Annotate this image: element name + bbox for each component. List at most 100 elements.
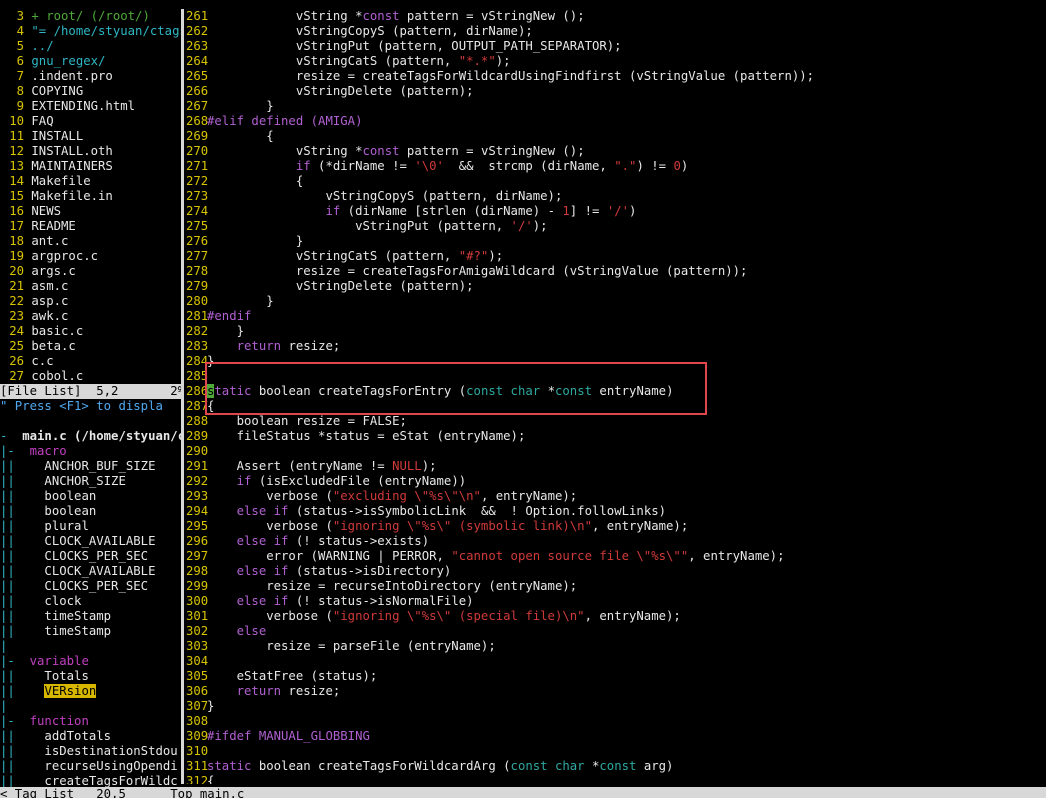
code-line[interactable]: 270 vString *const pattern = vStringNew … [186,144,1046,159]
code-line[interactable]: 282 } [186,324,1046,339]
code-line[interactable]: 311static boolean createTagsForWildcardA… [186,759,1046,774]
file-list-item[interactable]: 13 MAINTAINERS [0,159,181,174]
code-line[interactable]: 294 else if (status->isSymbolicLink && !… [186,504,1046,519]
tag-list-item[interactable]: || plural [0,519,181,534]
tag-list-item[interactable]: || boolean [0,489,181,504]
file-list-item[interactable]: 19 argproc.c [0,249,181,264]
file-list-item[interactable]: 4 "= /home/styuan/ctags [0,24,181,39]
file-list-item[interactable]: 21 asm.c [0,279,181,294]
code-line[interactable]: 300 else if (! status->isNormalFile) [186,594,1046,609]
file-list-item[interactable]: 26 c.c [0,354,181,369]
code-line[interactable]: 279 vStringDelete (pattern); [186,279,1046,294]
code-line[interactable]: 275 vStringPut (pattern, '/'); [186,219,1046,234]
tag-list-item[interactable]: || Totals [0,669,181,684]
file-list-item[interactable]: 25 beta.c [0,339,181,354]
file-list-item[interactable]: 18 ant.c [0,234,181,249]
tag-list-file-header[interactable]: - main.c (/home/styuan/c [0,429,181,444]
code-line[interactable]: 287{ [186,399,1046,414]
code-line[interactable]: 289 fileStatus *status = eStat (entryNam… [186,429,1046,444]
file-list-item[interactable]: 22 asp.c [0,294,181,309]
code-line[interactable]: 307} [186,699,1046,714]
file-list-item[interactable]: 6 gnu_regex/ [0,54,181,69]
code-line[interactable]: 278 resize = createTagsForAmigaWildcard … [186,264,1046,279]
tag-kind-header[interactable]: |- function [0,714,181,729]
code-editor-pane[interactable]: 261 vString *const pattern = vStringNew … [186,9,1046,784]
tag-kind-header[interactable]: |- variable [0,654,181,669]
code-line[interactable]: 305 eStatFree (status); [186,669,1046,684]
code-line[interactable]: 295 verbose ("ignoring \"%s\" (symbolic … [186,519,1046,534]
code-line[interactable]: 297 error (WARNING | PERROR, "cannot ope… [186,549,1046,564]
tag-list-item[interactable]: || CLOCK_AVAILABLE [0,534,181,549]
code-line[interactable]: 267 } [186,99,1046,114]
tag-list-item[interactable]: || clock [0,594,181,609]
code-line[interactable]: 292 if (isExcludedFile (entryName)) [186,474,1046,489]
file-list-item[interactable]: 9 EXTENDING.html [0,99,181,114]
tag-list-item[interactable]: || CLOCKS_PER_SEC [0,549,181,564]
tag-list-item[interactable]: || addTotals [0,729,181,744]
code-line[interactable]: 274 if (dirName [strlen (dirName) - 1] !… [186,204,1046,219]
file-list-item[interactable]: 5 ../ [0,39,181,54]
code-line[interactable]: 280 } [186,294,1046,309]
file-list-item[interactable]: 7 .indent.pro [0,69,181,84]
code-line[interactable]: 304 [186,654,1046,669]
tag-list-item[interactable]: || isDestinationStdou [0,744,181,759]
code-line[interactable]: 302 else [186,624,1046,639]
code-line[interactable]: 309#ifdef MANUAL_GLOBBING [186,729,1046,744]
tag-list-item[interactable]: | [0,639,181,654]
code-line[interactable]: 288 boolean resize = FALSE; [186,414,1046,429]
code-line[interactable]: 283 return resize; [186,339,1046,354]
code-line[interactable]: 299 resize = recurseIntoDirectory (entry… [186,579,1046,594]
code-line[interactable]: 276 } [186,234,1046,249]
code-line[interactable]: 281#endif [186,309,1046,324]
code-line[interactable]: 306 return resize; [186,684,1046,699]
tag-list-item[interactable]: || CLOCK_AVAILABLE [0,564,181,579]
code-line[interactable]: 284} [186,354,1046,369]
file-list-item[interactable]: 12 INSTALL.oth [0,144,181,159]
file-list-item[interactable]: 16 NEWS [0,204,181,219]
tag-list-item[interactable]: || ANCHOR_BUF_SIZE [0,459,181,474]
code-line[interactable]: 301 verbose ("ignoring \"%s\" (special f… [186,609,1046,624]
file-list-item[interactable]: 23 awk.c [0,309,181,324]
code-line[interactable]: 293 verbose ("excluding \"%s\"\n", entry… [186,489,1046,504]
tag-list-item[interactable]: || timeStamp [0,624,181,639]
code-line[interactable]: 277 vStringCatS (pattern, "#?"); [186,249,1046,264]
tag-list-item[interactable]: || recurseUsingOpendi [0,759,181,774]
file-list-item[interactable]: 17 README [0,219,181,234]
code-line[interactable]: 265 resize = createTagsForWildcardUsingF… [186,69,1046,84]
fold-marker[interactable]: - [0,429,22,443]
code-line[interactable]: 268#elif defined (AMIGA) [186,114,1046,129]
tag-list-item[interactable]: || VERsion [0,684,181,699]
file-list-item[interactable]: 20 args.c [0,264,181,279]
code-line[interactable]: 272 { [186,174,1046,189]
tag-list-item[interactable]: || boolean [0,504,181,519]
code-line[interactable]: 298 else if (status->isDirectory) [186,564,1046,579]
tag-list-item[interactable]: || ANCHOR_SIZE [0,474,181,489]
code-line[interactable]: 266 vStringDelete (pattern); [186,84,1046,99]
tag-list-item[interactable]: || timeStamp [0,609,181,624]
code-line[interactable]: 261 vString *const pattern = vStringNew … [186,9,1046,24]
tag-kind-header[interactable]: |- macro [0,444,181,459]
code-line[interactable]: 310 [186,744,1046,759]
code-line[interactable]: 312{ [186,774,1046,784]
file-list-item[interactable]: 24 basic.c [0,324,181,339]
code-line[interactable]: 308 [186,714,1046,729]
code-line[interactable]: 296 else if (! status->exists) [186,534,1046,549]
file-list-item[interactable]: 27 cobol.c [0,369,181,384]
code-line[interactable]: 290 [186,444,1046,459]
file-list-item[interactable]: 8 COPYING [0,84,181,99]
code-line[interactable]: 263 vStringPut (pattern, OUTPUT_PATH_SEP… [186,39,1046,54]
tag-list-item[interactable]: || CLOCKS_PER_SEC [0,579,181,594]
code-line[interactable]: 286static boolean createTagsForEntry (co… [186,384,1046,399]
code-line[interactable]: 271 if (*dirName != '\0' && strcmp (dirN… [186,159,1046,174]
code-line[interactable]: 264 vStringCatS (pattern, "*.*"); [186,54,1046,69]
tag-list-item[interactable]: | [0,699,181,714]
code-line[interactable]: 269 { [186,129,1046,144]
code-line[interactable]: 291 Assert (entryName != NULL); [186,459,1046,474]
file-list-item[interactable]: 3 + root/ (/root/) [0,9,181,24]
file-list-item[interactable]: 15 Makefile.in [0,189,181,204]
code-line[interactable]: 285 [186,369,1046,384]
code-line[interactable]: 262 vStringCopyS (pattern, dirName); [186,24,1046,39]
file-list-item[interactable]: 10 FAQ [0,114,181,129]
file-list-item[interactable]: 11 INSTALL [0,129,181,144]
vertical-split-bar[interactable] [181,9,184,784]
